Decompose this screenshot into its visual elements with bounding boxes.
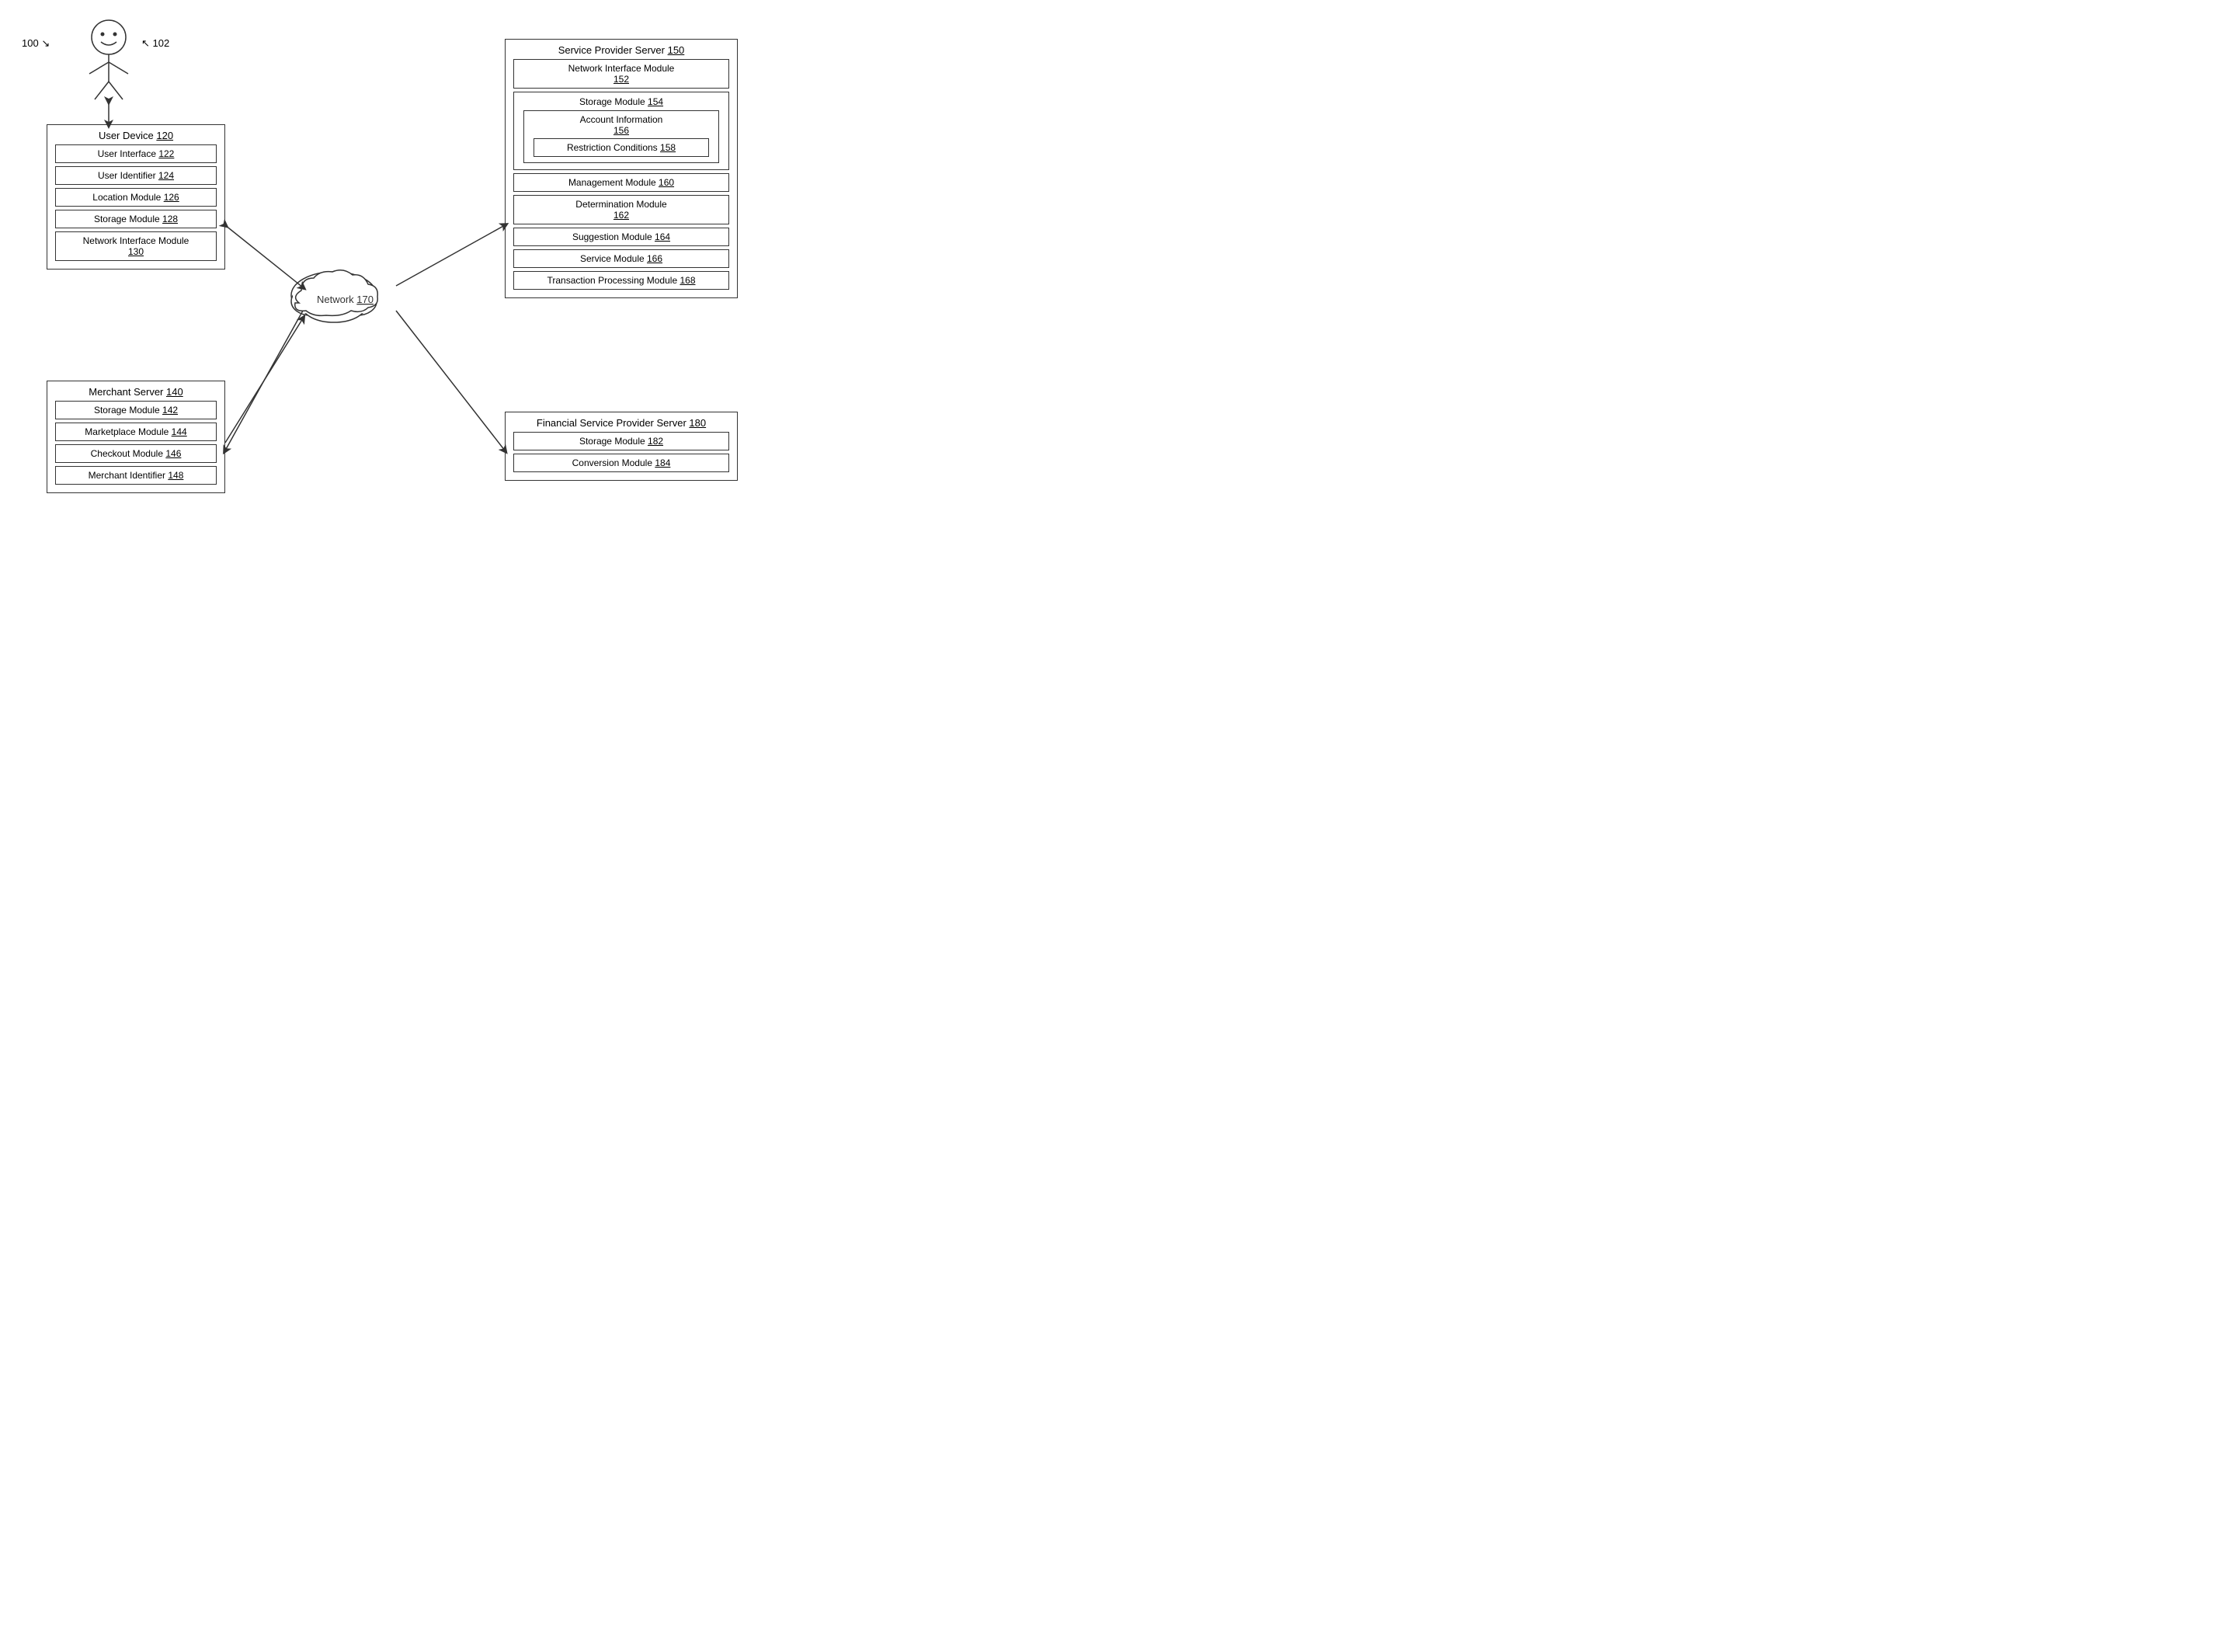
merchant-server-title: Merchant Server 140 bbox=[55, 386, 217, 398]
storage-module-128-box: Storage Module 128 bbox=[55, 210, 217, 228]
label-100: 100 ↘ bbox=[22, 37, 50, 50]
location-module-box: Location Module 126 bbox=[55, 188, 217, 207]
diagram: 100 ↘ ↖ 102 User Device 120 User Interfa… bbox=[0, 0, 777, 575]
network-interface-130-box: Network Interface Module130 bbox=[55, 231, 217, 261]
financial-service-provider-box: Financial Service Provider Server 180 St… bbox=[505, 412, 738, 481]
determination-module-box: Determination Module162 bbox=[513, 195, 729, 224]
account-information-label: Account Information156 bbox=[529, 114, 714, 136]
label-102: ↖ 102 bbox=[141, 37, 169, 50]
merchant-server-box: Merchant Server 140 Storage Module 142 M… bbox=[47, 381, 225, 493]
network-interface-152-box: Network Interface Module152 bbox=[513, 59, 729, 89]
network-cloud: Network 170 bbox=[291, 270, 377, 322]
restriction-conditions-box: Restriction Conditions 158 bbox=[534, 138, 709, 157]
marketplace-module-box: Marketplace Module 144 bbox=[55, 423, 217, 441]
service-provider-title: Service Provider Server 150 bbox=[513, 44, 729, 56]
storage-module-154-label: Storage Module 154 bbox=[520, 96, 722, 107]
management-module-box: Management Module 160 bbox=[513, 173, 729, 192]
storage-module-182-box: Storage Module 182 bbox=[513, 432, 729, 450]
person-figure bbox=[78, 16, 140, 101]
suggestion-module-box: Suggestion Module 164 bbox=[513, 228, 729, 246]
user-identifier-box: User Identifier 124 bbox=[55, 166, 217, 185]
svg-text:Network 170: Network 170 bbox=[317, 294, 374, 305]
merchant-identifier-box: Merchant Identifier 148 bbox=[55, 466, 217, 485]
user-device-box: User Device 120 User Interface 122 User … bbox=[47, 124, 225, 270]
storage-module-142-box: Storage Module 142 bbox=[55, 401, 217, 419]
user-device-title: User Device 120 bbox=[55, 130, 217, 141]
service-provider-server-box: Service Provider Server 150 Network Inte… bbox=[505, 39, 738, 298]
service-module-box: Service Module 166 bbox=[513, 249, 729, 268]
user-interface-box: User Interface 122 bbox=[55, 144, 217, 163]
financial-service-provider-title: Financial Service Provider Server 180 bbox=[513, 417, 729, 429]
checkout-module-box: Checkout Module 146 bbox=[55, 444, 217, 463]
conversion-module-box: Conversion Module 184 bbox=[513, 454, 729, 472]
transaction-processing-box: Transaction Processing Module 168 bbox=[513, 271, 729, 290]
